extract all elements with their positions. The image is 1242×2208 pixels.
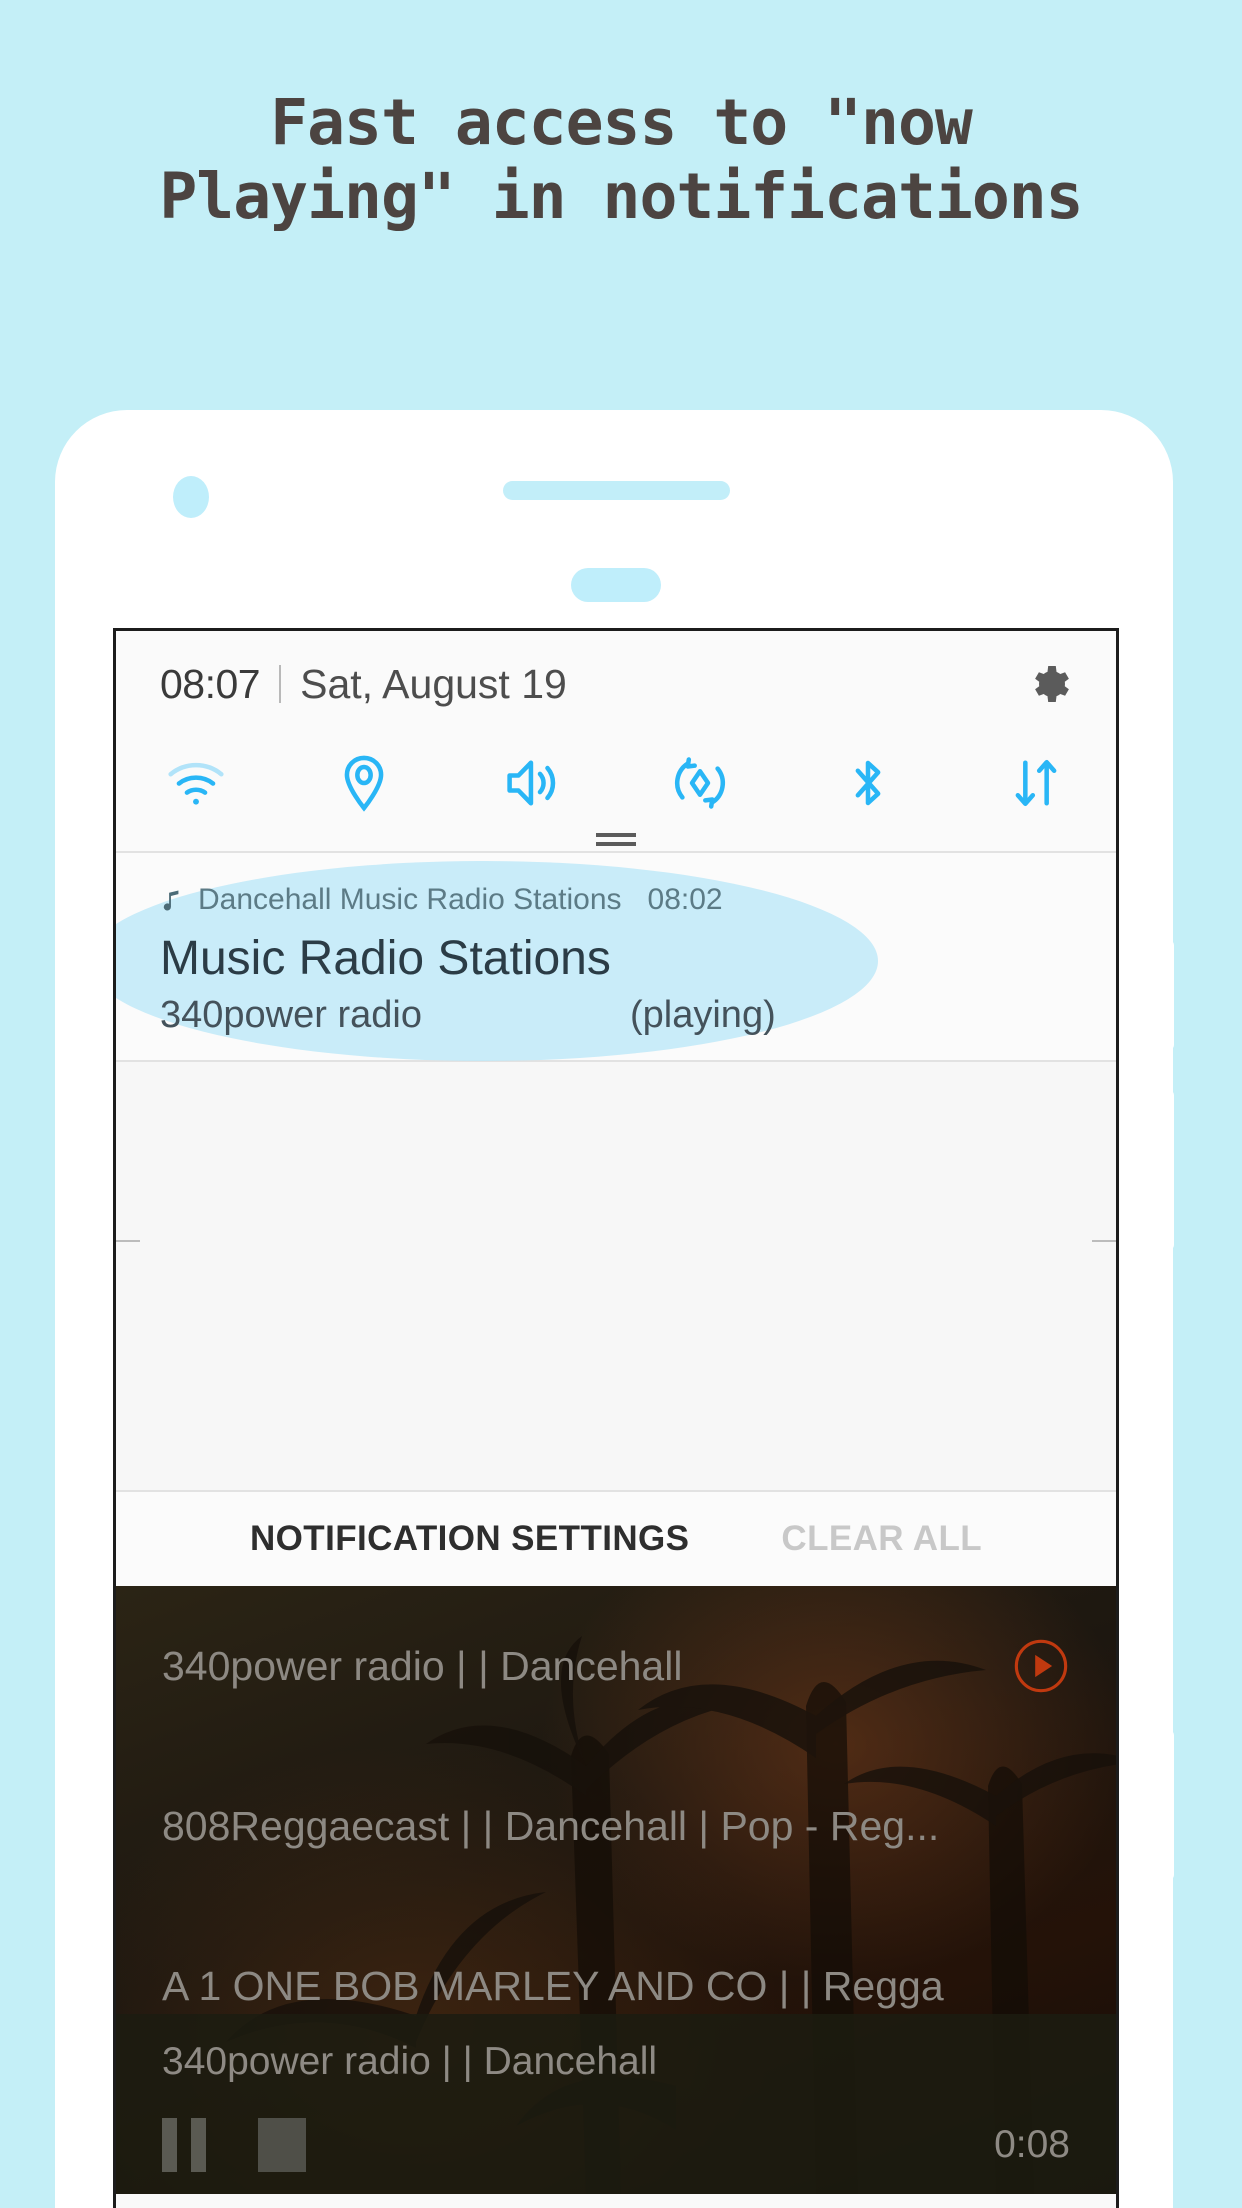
- bluetooth-icon[interactable]: [836, 751, 900, 815]
- notification-body: 340power radio (playing): [160, 994, 1072, 1037]
- quick-settings-row: [116, 737, 1116, 833]
- status-date: Sat, August 19: [300, 660, 567, 707]
- sound-icon[interactable]: [500, 751, 564, 815]
- notification-time: 08:02: [647, 883, 723, 916]
- shade-tick-left: [116, 1240, 140, 1242]
- location-icon[interactable]: [332, 751, 396, 815]
- shade-action-bar: NOTIFICATION SETTINGS CLEAR ALL: [116, 1490, 1116, 1586]
- wifi-icon[interactable]: [164, 751, 228, 815]
- page-title: Fast access to "now Playing" in notifica…: [159, 86, 1083, 234]
- station-name: 808Reggaecast | | Dancehall | Pop - Reg.…: [162, 1802, 940, 1849]
- status-time: 08:07: [160, 660, 261, 707]
- promo-screenshot: Fast access to "now Playing" in notifica…: [0, 0, 1242, 2208]
- camera-icon: [173, 476, 209, 518]
- station-name: A 1 ONE BOB MARLEY AND CO | | Regga: [162, 1962, 944, 2009]
- notification-settings-button[interactable]: NOTIFICATION SETTINGS: [250, 1519, 689, 1559]
- gear-icon[interactable]: [1024, 660, 1072, 708]
- station-name: 340power radio | | Dancehall: [162, 1642, 683, 1689]
- player-bar: 340power radio | | Dancehall 0:08: [116, 2014, 1116, 2194]
- auto-rotate-icon[interactable]: [668, 751, 732, 815]
- list-item[interactable]: 808Reggaecast | | Dancehall | Pop - Reg.…: [116, 1746, 1116, 1906]
- notification-card[interactable]: Dancehall Music Radio Stations 08:02 Mus…: [116, 853, 1116, 1061]
- phone-side-button-1: [1160, 940, 1174, 1050]
- notification-shade: 08:07 Sat, August 19 Dancehall Music Rad…: [116, 631, 1116, 1586]
- clear-all-button[interactable]: CLEAR ALL: [781, 1519, 982, 1559]
- player-controls: 0:08: [162, 2118, 1070, 2172]
- mobile-data-icon[interactable]: [1004, 751, 1068, 815]
- notification-title: Music Radio Stations: [160, 932, 611, 985]
- notification-app-name: Dancehall Music Radio Stations: [198, 883, 622, 916]
- notification-subtitle: 340power radio: [160, 994, 422, 1036]
- list-item[interactable]: 340power radio | | Dancehall: [116, 1586, 1116, 1746]
- music-note-icon: [160, 885, 186, 915]
- shade-status-row: 08:07 Sat, August 19: [116, 631, 1116, 737]
- home-pill-icon: [571, 568, 661, 602]
- shade-drag-handle[interactable]: [116, 833, 1116, 851]
- player-track-title: 340power radio | | Dancehall: [162, 2040, 658, 2083]
- notification-state: (playing): [630, 994, 776, 1036]
- earpiece-speaker-icon: [503, 481, 730, 500]
- phone-side-button-2: [1160, 1090, 1174, 1250]
- shade-empty-area: [116, 1062, 1116, 1490]
- stop-icon[interactable]: [258, 2118, 306, 2172]
- play-circle-icon[interactable]: [1012, 1637, 1070, 1695]
- radio-app-background: 340power radio | | Dancehall 808Reggaeca…: [116, 1586, 1116, 2194]
- player-elapsed-time: 0:08: [994, 2123, 1070, 2166]
- shade-tick-right: [1092, 1240, 1116, 1242]
- pause-icon[interactable]: [162, 2118, 206, 2172]
- phone-screen: 08:07 Sat, August 19 Dancehall Music Rad…: [113, 628, 1119, 2208]
- phone-side-button-3: [1160, 1730, 1174, 1880]
- status-divider: [279, 665, 282, 703]
- notification-header: Dancehall Music Radio Stations 08:02: [160, 883, 1072, 917]
